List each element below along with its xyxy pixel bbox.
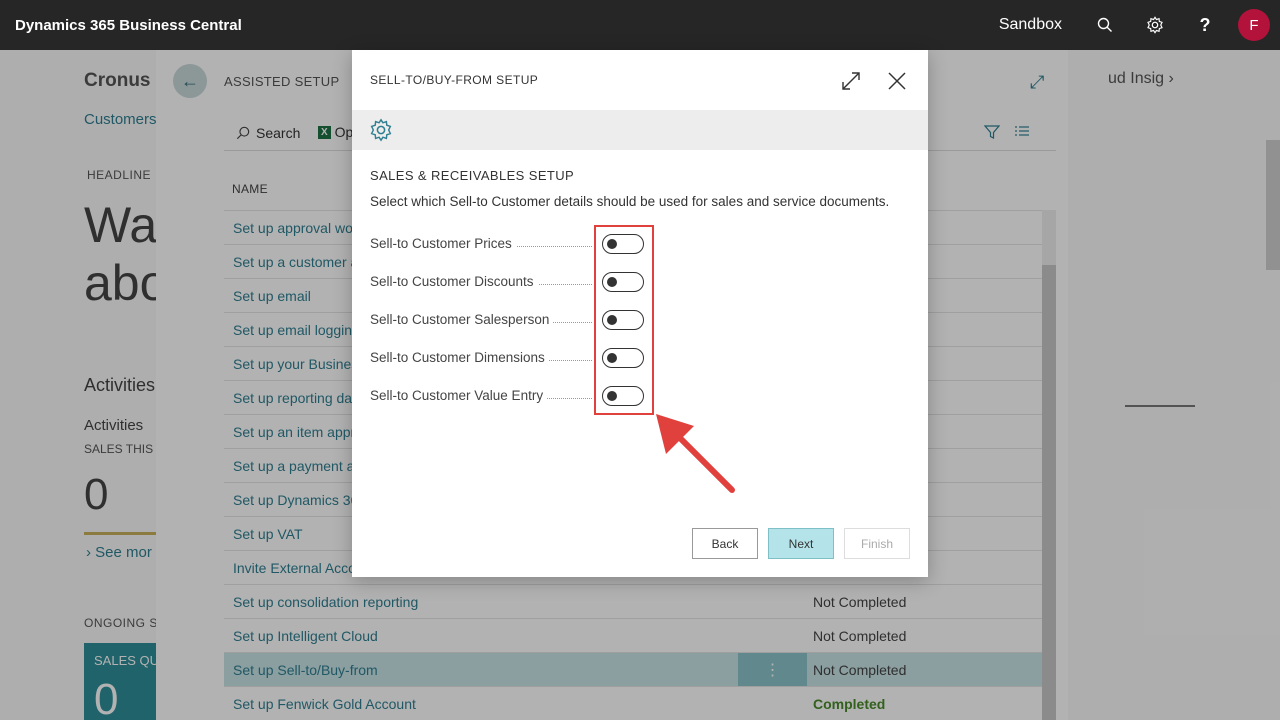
field-label: Sell-to Customer Value Entry: [370, 388, 548, 403]
section-description: Select which Sell-to Customer details sh…: [370, 194, 890, 209]
dialog-title: SELL-TO/BUY-FROM SETUP: [370, 73, 539, 87]
section-heading: SALES & RECEIVABLES SETUP: [370, 168, 575, 183]
top-bar: Dynamics 365 Business Central Sandbox ? …: [0, 0, 1280, 50]
gear-icon: [369, 118, 393, 147]
close-icon[interactable]: [886, 70, 908, 97]
environment-label[interactable]: Sandbox: [999, 16, 1062, 34]
field-label: Sell-to Customer Prices: [370, 236, 516, 251]
highlight-box: [594, 225, 654, 415]
top-bar-actions: Sandbox ? F: [999, 0, 1280, 50]
app-title[interactable]: Dynamics 365 Business Central: [15, 17, 242, 34]
avatar[interactable]: F: [1238, 9, 1270, 41]
field-label: Sell-to Customer Dimensions: [370, 350, 549, 365]
search-icon[interactable]: [1080, 0, 1130, 50]
help-icon[interactable]: ?: [1180, 0, 1230, 50]
next-button[interactable]: Next: [768, 528, 834, 559]
setup-dialog: SELL-TO/BUY-FROM SETUP SALES & RECEIVABL…: [352, 50, 928, 577]
back-button[interactable]: Back: [692, 528, 758, 559]
finish-button[interactable]: Finish: [844, 528, 910, 559]
field-label: Sell-to Customer Salesperson: [370, 312, 554, 327]
gear-icon[interactable]: [1130, 0, 1180, 50]
annotation-arrow-icon: [652, 412, 742, 507]
field-label: Sell-to Customer Discounts: [370, 274, 538, 289]
dialog-toolbar: [352, 110, 928, 150]
expand-icon[interactable]: [840, 70, 862, 97]
